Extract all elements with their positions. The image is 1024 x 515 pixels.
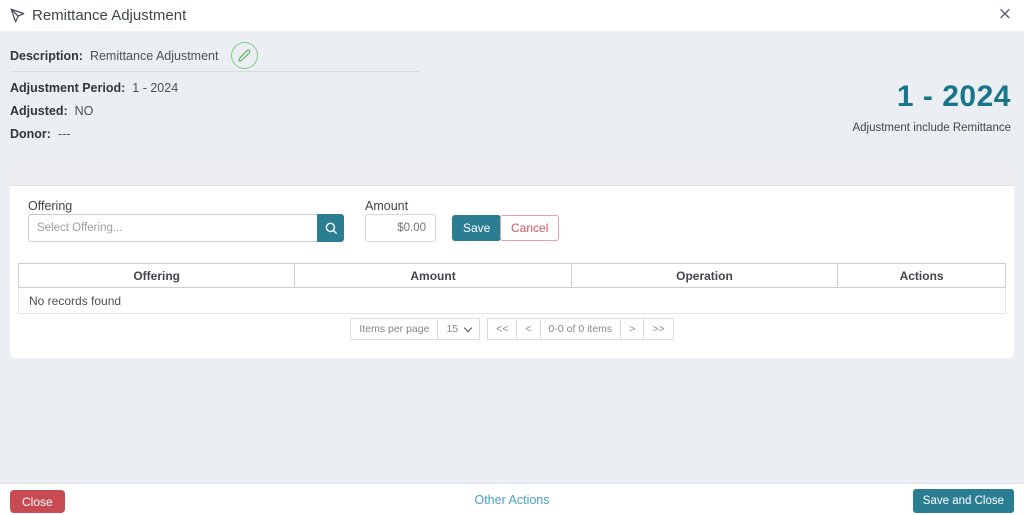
donor-label: Donor: xyxy=(10,127,51,141)
adjustment-period-row: Adjustment Period: 1 - 2024 xyxy=(10,81,178,95)
amount-label: Amount xyxy=(365,199,408,213)
column-header-actions[interactable]: Actions xyxy=(838,264,1006,288)
description-value: Remittance Adjustment xyxy=(90,49,219,63)
edit-description-button[interactable] xyxy=(231,42,258,69)
empty-table-row: No records found xyxy=(19,288,1006,314)
last-page-button[interactable]: >> xyxy=(643,318,673,340)
send-icon xyxy=(10,8,25,23)
period-note: Adjustment include Remittance xyxy=(852,122,1011,134)
description-divider xyxy=(10,71,420,72)
donor-row: Donor: --- xyxy=(10,127,70,141)
dialog-header: Remittance Adjustment × xyxy=(0,0,1024,31)
close-icon[interactable]: × xyxy=(998,4,1012,24)
description-label: Description: xyxy=(10,49,83,63)
column-header-amount[interactable]: Amount xyxy=(295,264,571,288)
adjustment-period-label: Adjustment Period: xyxy=(10,81,125,95)
column-header-offering[interactable]: Offering xyxy=(19,264,295,288)
page-range-text: 0-0 of 0 items xyxy=(540,318,622,340)
description-row: Description: Remittance Adjustment xyxy=(10,42,258,69)
pencil-icon xyxy=(238,49,251,62)
table-header-row: Offering Amount Operation Actions xyxy=(19,264,1006,288)
panel-header-strip xyxy=(10,166,1014,186)
amount-input[interactable] xyxy=(365,214,436,242)
empty-message: No records found xyxy=(19,288,1006,314)
donor-value: --- xyxy=(58,127,71,141)
adjusted-row: Adjusted: NO xyxy=(10,104,93,118)
paginator: Items per page 15 << < 0-0 of 0 items > … xyxy=(10,318,1014,340)
save-and-close-button[interactable]: Save and Close xyxy=(913,489,1014,513)
page-size-value: 15 xyxy=(446,323,458,335)
prev-page-button[interactable]: < xyxy=(516,318,540,340)
save-button[interactable]: Save xyxy=(452,215,501,241)
remittance-adjustment-dialog: Remittance Adjustment × Description: Rem… xyxy=(0,0,1024,515)
items-per-page-label: Items per page xyxy=(350,318,438,340)
offering-label: Offering xyxy=(28,199,72,213)
next-page-button[interactable]: > xyxy=(620,318,644,340)
period-display: 1 - 2024 xyxy=(852,80,1011,114)
adjustment-period-value: 1 - 2024 xyxy=(132,81,178,95)
dialog-footer: Close Other Actions Save and Close xyxy=(0,483,1024,515)
first-page-button[interactable]: << xyxy=(487,318,517,340)
search-icon xyxy=(324,221,338,235)
adjusted-label: Adjusted: xyxy=(10,104,68,118)
offering-input-group xyxy=(28,214,344,242)
offering-search-button[interactable] xyxy=(317,214,344,242)
chevron-down-icon xyxy=(464,323,472,331)
adjusted-value: NO xyxy=(75,104,94,118)
cancel-button[interactable]: Cancel xyxy=(500,215,559,241)
dialog-title: Remittance Adjustment xyxy=(32,7,186,24)
offering-input[interactable] xyxy=(28,214,317,242)
adjustment-panel: Offering Amount Save Cancel Offering Amo… xyxy=(10,166,1014,358)
other-actions-link[interactable]: Other Actions xyxy=(0,493,1024,507)
page-size-select[interactable]: 15 xyxy=(437,318,480,340)
period-display-block: 1 - 2024 Adjustment include Remittance xyxy=(852,80,1011,134)
adjustments-table: Offering Amount Operation Actions No rec… xyxy=(18,263,1006,314)
column-header-operation[interactable]: Operation xyxy=(571,264,837,288)
